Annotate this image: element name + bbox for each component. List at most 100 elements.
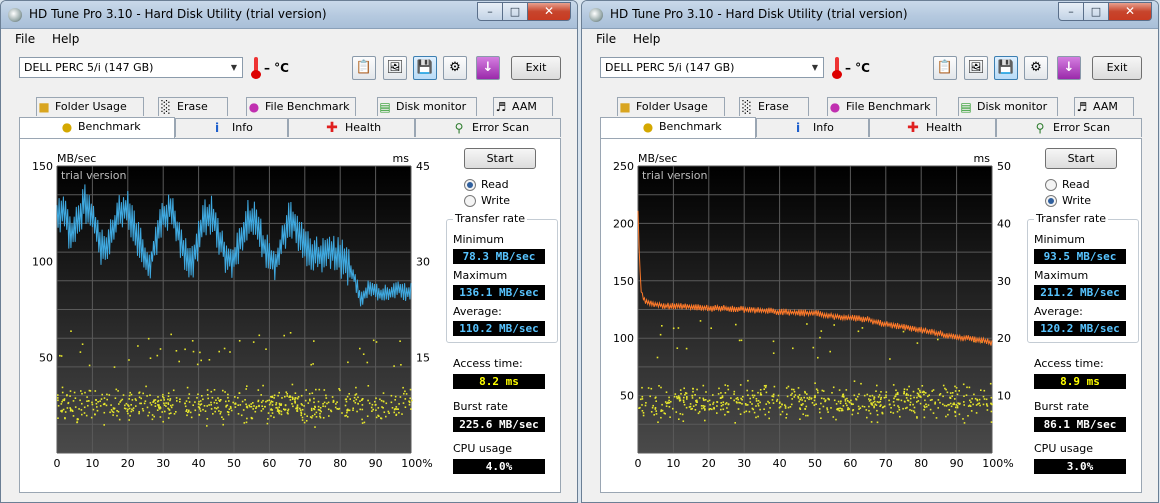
maximize-button[interactable]: □ xyxy=(503,2,528,21)
access-time-point xyxy=(641,395,644,398)
access-time-point xyxy=(127,412,129,415)
access-time-point xyxy=(222,423,224,426)
tab-benchmark[interactable]: ● Benchmark xyxy=(19,117,175,139)
minimize-button[interactable]: – xyxy=(1058,2,1084,21)
access-time-point xyxy=(253,405,255,407)
menu-help[interactable]: Help xyxy=(52,32,79,46)
write-radio[interactable] xyxy=(464,195,476,207)
save-button[interactable]: 💾 xyxy=(994,56,1018,80)
save-button[interactable]: 💾 xyxy=(413,56,437,80)
access-time-point xyxy=(716,412,718,414)
access-time-point xyxy=(812,346,815,349)
y-right-unit-label: ms xyxy=(393,152,410,165)
close-button[interactable]: ✕ xyxy=(1109,2,1152,21)
copy-screenshot-button[interactable]: 🖼 xyxy=(383,56,407,80)
download-button[interactable]: ↓ xyxy=(476,56,500,80)
access-time-point xyxy=(327,401,330,404)
tab-folder-usage[interactable]: ■ Folder Usage xyxy=(36,97,144,116)
menu-file[interactable]: File xyxy=(15,32,35,46)
access-time-point xyxy=(769,407,771,409)
access-time-point xyxy=(759,392,762,394)
access-time-point xyxy=(250,416,253,419)
download-button[interactable]: ↓ xyxy=(1057,56,1081,80)
chevron-down-icon[interactable]: ▼ xyxy=(809,60,821,75)
access-time-point xyxy=(92,408,95,411)
access-time-point xyxy=(296,404,299,406)
access-time-point xyxy=(255,405,258,408)
access-time-point xyxy=(655,400,657,402)
menu-file[interactable]: File xyxy=(596,32,616,46)
tab-file-benchmark[interactable]: ● File Benchmark xyxy=(827,97,937,116)
cpu-usage-value: 4.0% xyxy=(453,459,545,474)
trial-watermark: trial version xyxy=(61,169,127,182)
access-time-point xyxy=(109,411,111,414)
tab-info[interactable]: i Info xyxy=(175,118,288,137)
tab-folder-usage[interactable]: ■ Folder Usage xyxy=(617,97,725,116)
tab-error-scan[interactable]: ⚲ Error Scan xyxy=(996,118,1142,137)
access-time-point xyxy=(296,410,298,412)
access-time-point xyxy=(175,411,177,413)
tab-benchmark[interactable]: ● Benchmark xyxy=(600,117,756,139)
access-time-point xyxy=(214,407,216,409)
copy-info-button[interactable]: 📋 xyxy=(933,56,957,80)
copy-screenshot-button[interactable]: 🖼 xyxy=(964,56,988,80)
start-button[interactable]: Start xyxy=(464,148,536,169)
access-time-point xyxy=(156,354,159,357)
exit-button[interactable]: Exit xyxy=(511,56,561,80)
title-bar[interactable]: HD Tune Pro 3.10 - Hard Disk Utility (tr… xyxy=(1,1,577,29)
access-time-point xyxy=(59,354,61,357)
access-time-point xyxy=(849,401,851,404)
tab-disk-monitor[interactable]: ▤ Disk monitor xyxy=(377,97,477,116)
chevron-down-icon[interactable]: ▼ xyxy=(228,60,240,75)
access-time-point xyxy=(913,396,915,399)
access-time-point xyxy=(184,405,187,408)
access-time-point xyxy=(210,404,212,406)
options-button[interactable]: ⚙ xyxy=(1024,56,1048,80)
access-time-point xyxy=(103,424,105,426)
options-button[interactable]: ⚙ xyxy=(443,56,467,80)
exit-button[interactable]: Exit xyxy=(1092,56,1142,80)
access-time-point xyxy=(970,410,973,412)
access-time-point xyxy=(296,406,299,409)
access-time-point xyxy=(334,406,337,409)
title-bar[interactable]: HD Tune Pro 3.10 - Hard Disk Utility (tr… xyxy=(582,1,1158,29)
access-time-point xyxy=(61,391,64,394)
copy-info-button[interactable]: 📋 xyxy=(352,56,376,80)
drive-select[interactable]: DELL PERC 5/i (147 GB) ▼ xyxy=(600,57,824,78)
menu-help[interactable]: Help xyxy=(633,32,660,46)
access-time-point xyxy=(705,391,707,393)
access-time-point xyxy=(348,409,351,412)
access-time-point xyxy=(284,409,286,411)
access-time-point xyxy=(395,408,398,410)
close-button[interactable]: ✕ xyxy=(528,2,571,21)
access-time-point xyxy=(822,405,825,408)
read-radio[interactable] xyxy=(1045,179,1057,191)
access-time-point xyxy=(146,406,149,409)
minimize-button[interactable]: – xyxy=(477,2,503,21)
tab-health[interactable]: ✚ Health xyxy=(288,118,415,137)
tab-health[interactable]: ✚ Health xyxy=(869,118,996,137)
tab-disk-monitor[interactable]: ▤ Disk monitor xyxy=(958,97,1058,116)
access-time-point xyxy=(67,402,69,405)
access-time-point xyxy=(772,402,775,404)
write-radio[interactable] xyxy=(1045,195,1057,207)
access-time-point xyxy=(686,396,688,398)
tab-aam[interactable]: ♬ AAM xyxy=(1074,97,1134,116)
access-time-point xyxy=(194,409,197,412)
start-button[interactable]: Start xyxy=(1045,148,1117,169)
read-radio[interactable] xyxy=(464,179,476,191)
tab-info[interactable]: i Info xyxy=(756,118,869,137)
access-time-point xyxy=(892,384,895,386)
tab-file-benchmark[interactable]: ● File Benchmark xyxy=(246,97,356,116)
y-right-tick-label: 15 xyxy=(416,351,430,364)
tab-erase[interactable]: ░ Erase xyxy=(158,97,228,116)
access-time-point xyxy=(273,394,276,397)
tab-error-scan[interactable]: ⚲ Error Scan xyxy=(415,118,561,137)
tab-erase[interactable]: ░ Erase xyxy=(739,97,809,116)
access-time-point xyxy=(128,407,131,410)
access-time-point xyxy=(304,399,307,402)
maximize-button[interactable]: □ xyxy=(1084,2,1109,21)
access-time-point xyxy=(680,393,682,395)
drive-select[interactable]: DELL PERC 5/i (147 GB) ▼ xyxy=(19,57,243,78)
tab-aam[interactable]: ♬ AAM xyxy=(493,97,553,116)
